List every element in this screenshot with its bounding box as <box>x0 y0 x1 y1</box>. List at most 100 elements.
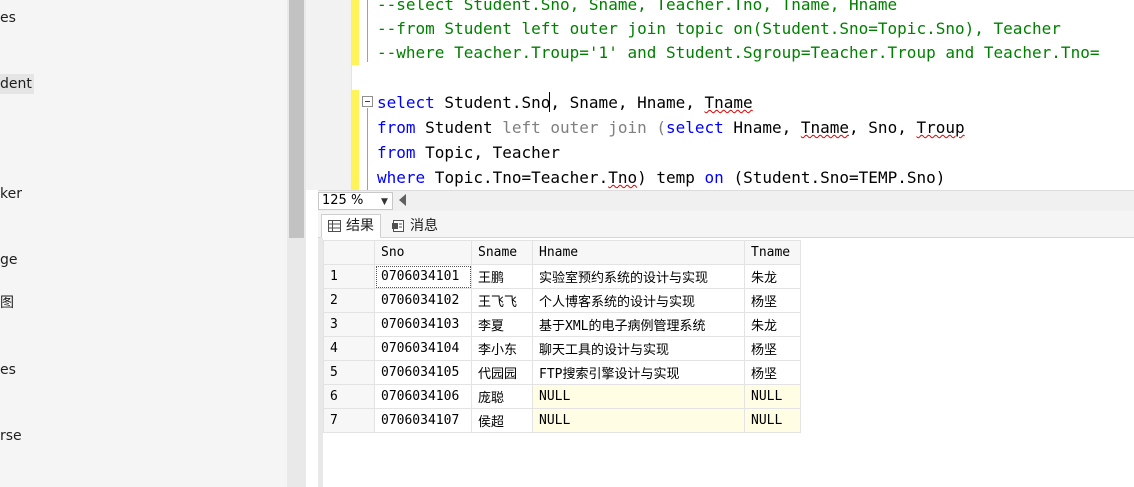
column-header[interactable]: Tname <box>744 240 801 265</box>
row-number-header[interactable] <box>323 240 375 265</box>
cell-hname-null[interactable]: NULL <box>532 408 745 433</box>
code-text: Student.Sno, Sname, Hname, <box>434 93 705 112</box>
cell-sno[interactable]: 0706034104 <box>374 336 472 361</box>
cell-hname[interactable]: FTP搜索引擎设计与实现 <box>532 360 745 385</box>
cell-sno[interactable]: 0706034101 <box>374 264 472 289</box>
results-tab-bar: 结果 消息 <box>318 211 1134 238</box>
chevron-down-icon[interactable]: ▼ <box>381 194 388 210</box>
keyword: on <box>704 168 724 187</box>
explorer-item-selected[interactable]: dent <box>0 74 34 94</box>
code-text: Topic.Tno=Teacher. <box>425 168 609 187</box>
cell-hname-null[interactable]: NULL <box>532 384 745 409</box>
cell-sname[interactable]: 王鹏 <box>471 264 533 289</box>
scroll-left-icon[interactable] <box>399 194 406 206</box>
row-number[interactable]: 1 <box>323 264 375 289</box>
code-comment-line: --where Teacher.Troup='1' and Student.Sg… <box>377 43 1100 62</box>
cell-sname[interactable]: 王飞飞 <box>471 288 533 313</box>
table-row[interactable]: 3 0706034103 李夏 基于XML的电子病例管理系统 朱龙 <box>323 312 801 337</box>
message-icon <box>392 220 404 232</box>
query-editor[interactable]: --select Student.Sno, Sname, Teacher.Tno… <box>306 0 1134 190</box>
explorer-item[interactable]: 图 <box>0 293 14 313</box>
column-header[interactable]: Sno <box>374 240 472 265</box>
zoom-select[interactable]: 125 % ▼ <box>318 192 393 210</box>
explorer-item[interactable]: ker <box>0 184 22 204</box>
cell-tname[interactable]: 杨坚 <box>744 360 801 385</box>
code-operator: left outer join ( <box>502 118 666 137</box>
grid-icon <box>328 220 341 232</box>
code-line-from: from Topic, Teacher <box>377 140 560 165</box>
editor-status-strip: 125 % ▼ <box>318 190 1134 211</box>
tab-messages[interactable]: 消息 <box>385 214 445 238</box>
code-text: Topic, Teacher <box>415 143 561 162</box>
change-marker <box>352 90 359 190</box>
cell-hname[interactable]: 实验室预约系统的设计与实现 <box>532 264 745 289</box>
outline-line <box>367 108 368 190</box>
code-comment-line: --from Student left outer join topic on(… <box>377 19 1061 38</box>
cell-sno[interactable]: 0706034105 <box>374 360 472 385</box>
tab-messages-label: 消息 <box>410 218 438 234</box>
text-caret <box>549 92 550 112</box>
cell-sname[interactable]: 李小东 <box>471 336 533 361</box>
row-number[interactable]: 5 <box>323 360 375 385</box>
code-line-from: from Student left outer join (select Hna… <box>377 115 965 140</box>
cell-sno[interactable]: 0706034102 <box>374 288 472 313</box>
row-number[interactable]: 7 <box>323 408 375 433</box>
row-number[interactable]: 6 <box>323 384 375 409</box>
explorer-item[interactable]: ge <box>0 250 18 270</box>
results-grid[interactable]: Sno Sname Hname Tname 1 0706034101 王鹏 实验… <box>323 240 801 433</box>
table-row[interactable]: 2 0706034102 王飞飞 个人博客系统的设计与实现 杨坚 <box>323 288 801 313</box>
keyword: select <box>666 118 724 137</box>
explorer-item[interactable]: es <box>0 360 16 380</box>
collapse-icon[interactable] <box>362 96 373 107</box>
code-line-where: where Topic.Tno=Teacher.Tno) temp on (St… <box>377 165 945 190</box>
cell-tname-null[interactable]: NULL <box>744 384 801 409</box>
code-text: Hname, <box>723 118 801 137</box>
cell-tname[interactable]: 杨坚 <box>744 288 801 313</box>
cell-hname[interactable]: 聊天工具的设计与实现 <box>532 336 745 361</box>
cell-tname-null[interactable]: NULL <box>744 408 801 433</box>
outline-line <box>367 0 368 62</box>
code-text-error: Tname <box>800 118 850 137</box>
tab-results[interactable]: 结果 <box>321 214 381 238</box>
table-row[interactable]: 7 0706034107 侯超 NULL NULL <box>323 408 801 433</box>
table-row[interactable]: 1 0706034101 王鹏 实验室预约系统的设计与实现 朱龙 <box>323 264 801 289</box>
row-number[interactable]: 3 <box>323 312 375 337</box>
code-line-select: select Student.Sno, Sname, Hname, Tname <box>377 90 753 115</box>
code-text-error: Tno <box>608 168 638 187</box>
cell-sname[interactable]: 李夏 <box>471 312 533 337</box>
code-text: (Student.Sno=TEMP.Sno) <box>723 168 946 187</box>
change-marker <box>352 0 359 65</box>
code-text: Student <box>415 118 503 137</box>
editor-gutter <box>306 0 352 190</box>
keyword: where <box>377 168 426 187</box>
cell-sname[interactable]: 庞聪 <box>471 384 533 409</box>
keyword: from <box>377 143 416 162</box>
code-text-error: Troup <box>916 118 965 137</box>
cell-sno[interactable]: 0706034103 <box>374 312 472 337</box>
keyword: from <box>377 118 416 137</box>
table-row[interactable]: 4 0706034104 李小东 聊天工具的设计与实现 杨坚 <box>323 336 801 361</box>
cell-sname[interactable]: 侯超 <box>471 408 533 433</box>
explorer-scrollbar-thumb[interactable] <box>289 0 304 238</box>
table-row[interactable]: 6 0706034106 庞聪 NULL NULL <box>323 384 801 409</box>
object-explorer: es dent ker ge 图 es rse <box>0 0 287 487</box>
cell-tname[interactable]: 朱龙 <box>744 264 801 289</box>
cell-sno[interactable]: 0706034106 <box>374 384 472 409</box>
column-header[interactable]: Sname <box>471 240 533 265</box>
code-text-error: Tname <box>704 93 753 112</box>
explorer-item[interactable]: rse <box>0 426 22 446</box>
grid-header-row: Sno Sname Hname Tname <box>323 240 801 265</box>
cell-hname[interactable]: 基于XML的电子病例管理系统 <box>532 312 745 337</box>
row-number[interactable]: 2 <box>323 288 375 313</box>
row-number[interactable]: 4 <box>323 336 375 361</box>
tab-results-label: 结果 <box>346 218 374 234</box>
cell-sname[interactable]: 代园园 <box>471 360 533 385</box>
cell-sno[interactable]: 0706034107 <box>374 408 472 433</box>
cell-tname[interactable]: 杨坚 <box>744 336 801 361</box>
column-header[interactable]: Hname <box>532 240 745 265</box>
keyword: select <box>377 93 435 112</box>
table-row[interactable]: 5 0706034105 代园园 FTP搜索引擎设计与实现 杨坚 <box>323 360 801 385</box>
cell-hname[interactable]: 个人博客系统的设计与实现 <box>532 288 745 313</box>
cell-tname[interactable]: 朱龙 <box>744 312 801 337</box>
explorer-item[interactable]: es <box>0 8 16 28</box>
